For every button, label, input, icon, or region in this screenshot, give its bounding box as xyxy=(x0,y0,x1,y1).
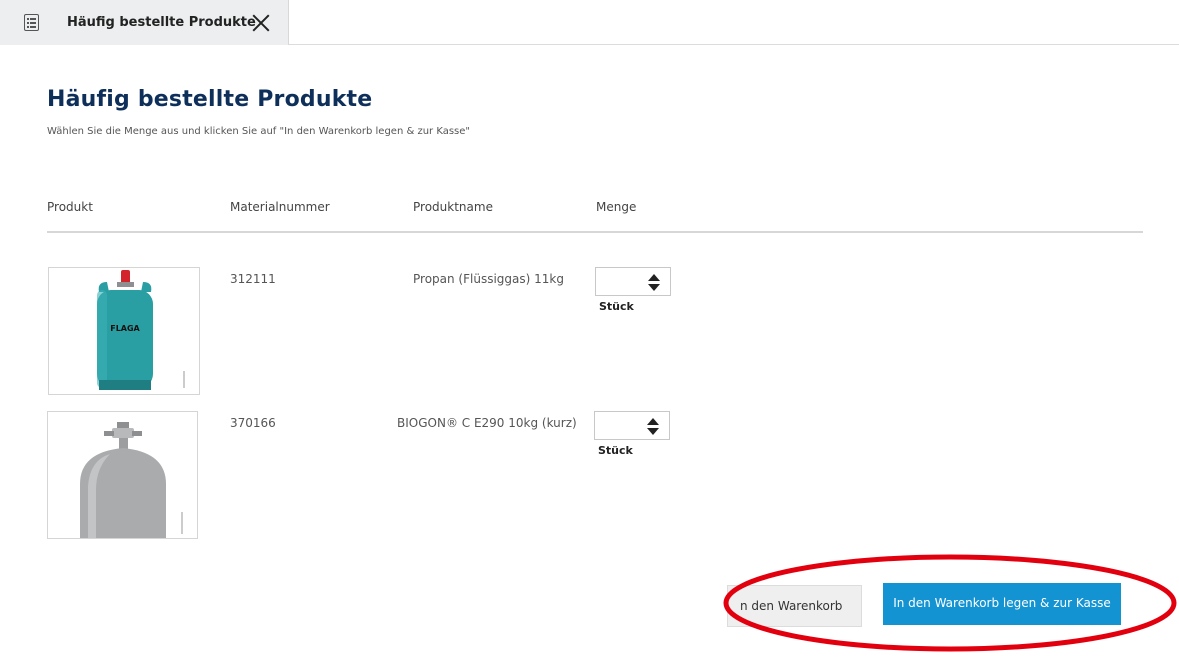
increment-arrow-icon[interactable] xyxy=(648,274,660,281)
product-image-propane: FLAGA xyxy=(48,267,200,395)
add-to-cart-and-checkout-button[interactable]: In den Warenkorb legen & zur Kasse xyxy=(883,583,1121,625)
column-header-material-number: Materialnummer xyxy=(230,200,330,214)
close-icon[interactable] xyxy=(251,13,271,33)
biogon-gas-cylinder-image xyxy=(80,422,183,538)
material-number: 370166 xyxy=(230,416,276,430)
add-to-cart-label: n den Warenkorb xyxy=(740,599,843,613)
document-list-icon xyxy=(24,14,39,31)
decrement-arrow-icon[interactable] xyxy=(648,284,660,291)
column-header-quantity: Menge xyxy=(596,200,637,214)
table-divider xyxy=(47,231,1143,233)
decrement-arrow-icon[interactable] xyxy=(647,428,659,435)
page-title: Häufig bestellte Produkte xyxy=(47,87,373,112)
quantity-unit: Stück xyxy=(598,444,633,457)
column-header-product-name: Produktname xyxy=(413,200,493,214)
column-header-product: Produkt xyxy=(47,200,93,214)
quantity-stepper[interactable] xyxy=(594,411,670,440)
quantity-stepper[interactable] xyxy=(595,267,671,296)
add-to-cart-button[interactable]: n den Warenkorb xyxy=(727,585,862,627)
quantity-unit: Stück xyxy=(599,300,634,313)
material-number: 312111 xyxy=(230,272,276,286)
cylinder-brand-label: FLAGA xyxy=(110,324,140,333)
tab-label: Häufig bestellte Produkte xyxy=(67,15,256,30)
tab-frequently-ordered[interactable]: Häufig bestellte Produkte xyxy=(0,0,289,45)
product-name: Propan (Flüssiggas) 11kg xyxy=(413,272,564,286)
increment-arrow-icon[interactable] xyxy=(647,418,659,425)
product-image-biogon xyxy=(47,411,198,539)
checkout-label: In den Warenkorb legen & zur Kasse xyxy=(893,596,1111,610)
page-subtitle: Wählen Sie die Menge aus und klicken Sie… xyxy=(47,126,471,137)
product-name: BIOGON® C E290 10kg (kurz) xyxy=(397,416,577,430)
propane-gas-cylinder-image: FLAGA xyxy=(97,270,185,390)
tab-bar: Häufig bestellte Produkte xyxy=(0,0,1179,45)
